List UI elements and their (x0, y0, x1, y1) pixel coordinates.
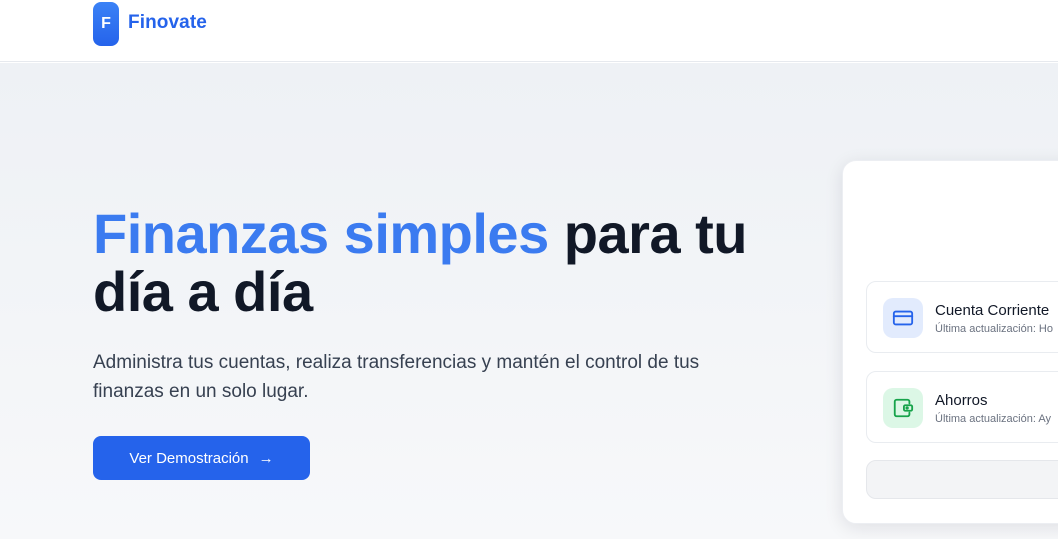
account-name: Cuenta Corriente (935, 302, 1050, 319)
hero-headline: Finanzas simples para tu día a día (93, 205, 813, 321)
top-header: F Finovate (0, 0, 1058, 62)
account-name: Ahorros (935, 392, 988, 409)
arrow-right-icon: → (258, 449, 274, 467)
account-updated: Última actualización: Ho (935, 323, 1053, 335)
account-updated: Última actualización: Ay (935, 413, 1051, 425)
account-card-savings[interactable]: Ahorros Última actualización: Ay (866, 371, 1058, 443)
hero-subtitle: Administra tus cuentas, realiza transfer… (93, 352, 700, 402)
view-demo-button[interactable]: Ver Demostración → (93, 436, 310, 480)
brand-name[interactable]: Finovate (128, 12, 207, 34)
logo-icon[interactable]: F (93, 2, 119, 46)
wallet-icon (883, 388, 923, 428)
account-card-checking[interactable]: Cuenta Corriente Última actualización: H… (866, 281, 1058, 353)
headline-accent: Finanzas simples (93, 202, 549, 265)
credit-card-icon (883, 298, 923, 338)
panel-action-bar[interactable] (866, 460, 1058, 499)
cta-label: Ver Demostración (129, 449, 249, 467)
